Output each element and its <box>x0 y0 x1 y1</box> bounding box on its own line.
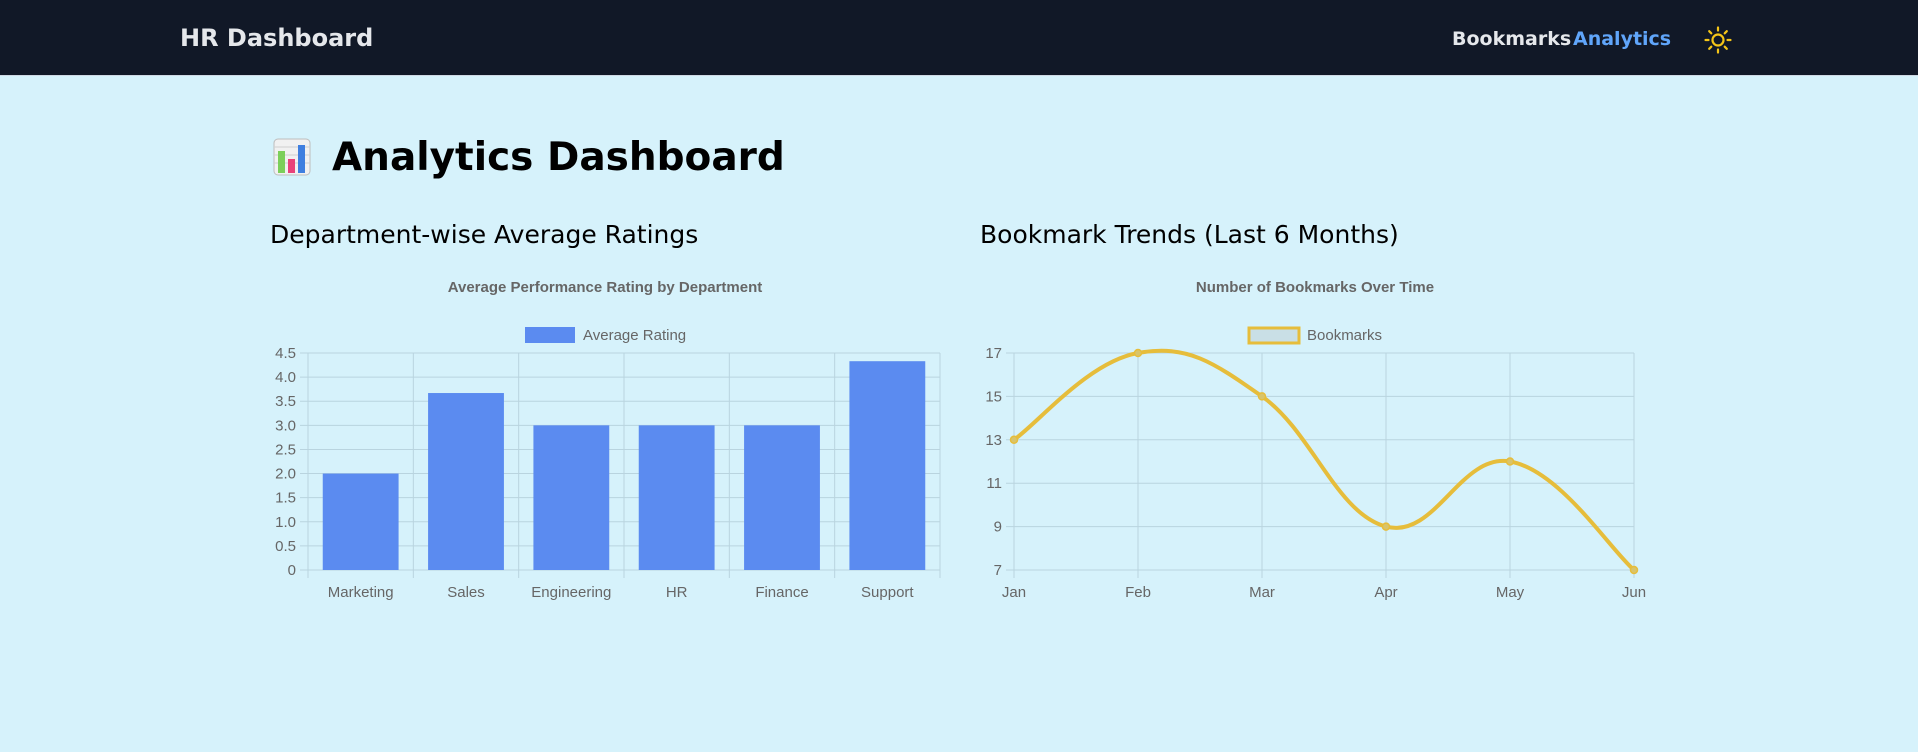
bookmarks-point-jan[interactable] <box>1009 435 1019 445</box>
bar-chart-title: Average Performance Rating by Department <box>448 279 763 296</box>
line-y-tick-label: 17 <box>985 345 1002 362</box>
line-x-tick-label: Jan <box>1002 584 1026 601</box>
bar-x-tick-label: Sales <box>447 584 485 601</box>
line-x-tick-label: Mar <box>1249 584 1275 601</box>
line-chart-title: Number of Bookmarks Over Time <box>1196 279 1434 296</box>
bar-finance[interactable] <box>744 425 820 570</box>
bar-sales[interactable] <box>428 393 504 570</box>
bar-x-tick-label: Engineering <box>531 584 611 601</box>
nav-analytics-link[interactable]: Analytics <box>1573 28 1671 50</box>
bar-chart-emoji-icon <box>273 138 311 176</box>
bar-x-tick-label: HR <box>666 584 688 601</box>
page-header: Analytics Dashboard <box>272 132 785 182</box>
bookmark-trends-heading: Bookmark Trends (Last 6 Months) <box>980 220 1399 249</box>
line-x-tick-label: May <box>1496 584 1525 601</box>
line-y-tick-label: 15 <box>985 388 1002 405</box>
bar-y-tick-label: 0 <box>288 562 296 579</box>
line-y-tick-label: 9 <box>994 519 1002 536</box>
line-legend-label[interactable]: Bookmarks <box>1307 327 1382 344</box>
bar-engineering[interactable] <box>533 425 610 570</box>
bar-x-tick-label: Marketing <box>328 584 394 601</box>
line-x-tick-label: Jun <box>1622 584 1646 601</box>
brand-logo[interactable]: HR Dashboard <box>180 24 373 52</box>
bookmarks-point-apr[interactable] <box>1381 522 1391 531</box>
page-title: Analytics Dashboard <box>332 134 785 180</box>
bar-y-tick-label: 4.5 <box>275 345 296 362</box>
bar-y-tick-label: 1.0 <box>275 514 296 531</box>
bar-support[interactable] <box>849 361 926 570</box>
top-navbar: HR Dashboard Bookmarks Analytics <box>0 0 1918 76</box>
department-ratings-chart: Average Performance Rating by Department… <box>275 279 941 601</box>
bar-legend-swatch[interactable] <box>525 327 575 343</box>
bar-legend-label[interactable]: Average Rating <box>583 327 686 344</box>
bar-y-tick-label: 4.0 <box>275 369 296 386</box>
bookmarks-point-may[interactable] <box>1505 457 1515 466</box>
bookmark-trends-chart: Number of Bookmarks Over Time Bookmarks … <box>985 279 1646 601</box>
sun-icon[interactable] <box>1703 25 1733 55</box>
bookmarks-series-line <box>1012 348 1636 572</box>
bar-y-tick-label: 3.5 <box>275 393 296 410</box>
line-y-tick-label: 13 <box>985 432 1002 449</box>
bar-hr[interactable] <box>638 425 715 570</box>
nav-bookmarks-link[interactable]: Bookmarks <box>1452 28 1571 50</box>
bar-y-tick-label: 2.5 <box>275 441 296 458</box>
line-legend-swatch[interactable] <box>1247 326 1301 345</box>
line-y-tick-label: 7 <box>994 562 1002 579</box>
bar-x-tick-label: Finance <box>755 584 808 601</box>
bar-marketing[interactable] <box>322 473 399 570</box>
bar-x-tick-label: Support <box>861 584 914 601</box>
bar-y-tick-label: 2.0 <box>275 466 296 483</box>
bar-y-tick-label: 1.5 <box>275 490 296 507</box>
bookmarks-point-feb[interactable] <box>1133 348 1143 358</box>
bookmarks-point-jun[interactable] <box>1629 565 1639 575</box>
department-ratings-heading: Department-wise Average Ratings <box>270 220 699 249</box>
line-x-tick-label: Apr <box>1374 584 1397 601</box>
bookmarks-point-mar[interactable] <box>1257 392 1267 401</box>
line-y-tick-label: 11 <box>986 475 1002 492</box>
bar-y-tick-label: 0.5 <box>275 538 296 555</box>
line-x-tick-label: Feb <box>1125 584 1151 601</box>
bar-y-tick-label: 3.0 <box>275 417 296 434</box>
